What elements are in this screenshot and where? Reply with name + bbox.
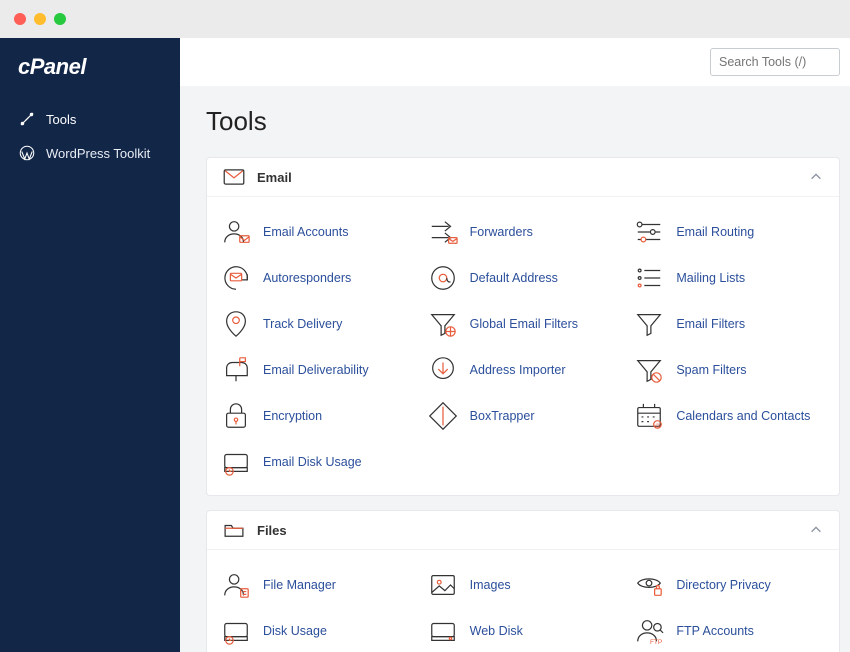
funnel-globe-icon xyxy=(428,309,458,339)
panel-files: Files xyxy=(206,510,840,652)
at-sign-icon xyxy=(428,263,458,293)
disk-icon xyxy=(221,616,251,646)
tool-label: Email Filters xyxy=(676,317,745,331)
tool-label: Email Deliverability xyxy=(263,363,369,377)
tool-label: Autoresponders xyxy=(263,271,351,285)
tool-label: Images xyxy=(470,578,511,592)
tool-label: Spam Filters xyxy=(676,363,746,377)
main: Tools Email xyxy=(180,38,850,652)
tool-label: FTP Accounts xyxy=(676,624,754,638)
tool-track-delivery[interactable]: Track Delivery xyxy=(213,301,420,347)
tool-disk-usage[interactable]: Disk Usage xyxy=(213,608,420,652)
page-title: Tools xyxy=(206,106,840,137)
tool-ftp-accounts[interactable]: FTP FTP Accounts xyxy=(626,608,833,652)
content: Tools Email xyxy=(180,86,850,652)
import-icon xyxy=(428,355,458,385)
tool-label: Calendars and Contacts xyxy=(676,409,810,423)
panel-body-files: File Manager Images xyxy=(207,550,839,652)
svg-text:@: @ xyxy=(655,423,660,428)
svg-text:FTP: FTP xyxy=(650,639,663,646)
chevron-up-icon xyxy=(809,523,823,537)
tool-default-address[interactable]: Default Address xyxy=(420,255,627,301)
lock-icon xyxy=(221,401,251,431)
tool-email-deliverability[interactable]: Email Deliverability xyxy=(213,347,420,393)
tool-label: File Manager xyxy=(263,578,336,592)
tool-web-disk[interactable]: Web Disk xyxy=(420,608,627,652)
box-icon xyxy=(428,401,458,431)
funnel-icon xyxy=(634,309,664,339)
tool-label: Global Email Filters xyxy=(470,317,578,331)
maximize-icon[interactable] xyxy=(54,13,66,25)
list-icon xyxy=(634,263,664,293)
tool-label: Web Disk xyxy=(470,624,523,638)
person-file-icon xyxy=(221,570,251,600)
tool-email-routing[interactable]: Email Routing xyxy=(626,209,833,255)
tool-directory-privacy[interactable]: Directory Privacy xyxy=(626,562,833,608)
eye-lock-icon xyxy=(634,570,664,600)
tool-calendars-contacts[interactable]: @ Calendars and Contacts xyxy=(626,393,833,439)
tool-label: Email Routing xyxy=(676,225,754,239)
mailbox-icon xyxy=(221,355,251,385)
topbar xyxy=(180,38,850,86)
tool-mailing-lists[interactable]: Mailing Lists xyxy=(626,255,833,301)
tool-forwarders[interactable]: Forwarders xyxy=(420,209,627,255)
tool-boxtrapper[interactable]: BoxTrapper xyxy=(420,393,627,439)
search-input[interactable] xyxy=(710,48,840,76)
reply-icon xyxy=(221,263,251,293)
arrows-icon xyxy=(428,217,458,247)
wordpress-icon xyxy=(18,144,36,162)
sidebar-item-label: WordPress Toolkit xyxy=(46,146,150,161)
drive-icon xyxy=(428,616,458,646)
tool-label: BoxTrapper xyxy=(470,409,535,423)
folder-icon xyxy=(223,521,245,539)
panel-title: Email xyxy=(257,170,797,185)
tool-email-filters[interactable]: Email Filters xyxy=(626,301,833,347)
tool-label: Email Accounts xyxy=(263,225,348,239)
sidebar-item-wordpress[interactable]: WordPress Toolkit xyxy=(0,136,180,170)
tool-label: Address Importer xyxy=(470,363,566,377)
tool-label: Default Address xyxy=(470,271,558,285)
tool-address-importer[interactable]: Address Importer xyxy=(420,347,627,393)
app-body: cPanel Tools WordPress Toolki xyxy=(0,38,850,652)
tool-images[interactable]: Images xyxy=(420,562,627,608)
tool-encryption[interactable]: Encryption xyxy=(213,393,420,439)
tool-autoresponders[interactable]: Autoresponders xyxy=(213,255,420,301)
tool-email-disk-usage[interactable]: Email Disk Usage xyxy=(213,439,420,485)
tool-label: Directory Privacy xyxy=(676,578,770,592)
panel-email: Email xyxy=(206,157,840,496)
brand-logo: cPanel xyxy=(0,38,180,102)
sidebar-item-label: Tools xyxy=(46,112,76,127)
funnel-block-icon xyxy=(634,355,664,385)
tool-global-email-filters[interactable]: Global Email Filters xyxy=(420,301,627,347)
envelope-icon xyxy=(223,168,245,186)
disk-clock-icon xyxy=(221,447,251,477)
calendar-icon: @ xyxy=(634,401,664,431)
panel-header-email[interactable]: Email xyxy=(207,158,839,197)
chevron-up-icon xyxy=(809,170,823,184)
panel-header-files[interactable]: Files xyxy=(207,511,839,550)
tool-label: Forwarders xyxy=(470,225,533,239)
person-icon xyxy=(221,217,251,247)
tool-email-accounts[interactable]: Email Accounts xyxy=(213,209,420,255)
tool-label: Mailing Lists xyxy=(676,271,745,285)
tool-file-manager[interactable]: File Manager xyxy=(213,562,420,608)
tool-spam-filters[interactable]: Spam Filters xyxy=(626,347,833,393)
routing-icon xyxy=(634,217,664,247)
tool-label: Track Delivery xyxy=(263,317,342,331)
panel-title: Files xyxy=(257,523,797,538)
window-titlebar xyxy=(0,0,850,38)
sidebar: cPanel Tools WordPress Toolki xyxy=(0,38,180,652)
minimize-icon[interactable] xyxy=(34,13,46,25)
pin-icon xyxy=(221,309,251,339)
close-icon[interactable] xyxy=(14,13,26,25)
tools-icon xyxy=(18,110,36,128)
ftp-icon: FTP xyxy=(634,616,664,646)
sidebar-item-tools[interactable]: Tools xyxy=(0,102,180,136)
image-icon xyxy=(428,570,458,600)
window: cPanel Tools WordPress Toolki xyxy=(0,0,850,652)
tool-label: Encryption xyxy=(263,409,322,423)
tool-label: Disk Usage xyxy=(263,624,327,638)
panel-body-email: Email Accounts Forwarders xyxy=(207,197,839,495)
tool-label: Email Disk Usage xyxy=(263,455,362,469)
